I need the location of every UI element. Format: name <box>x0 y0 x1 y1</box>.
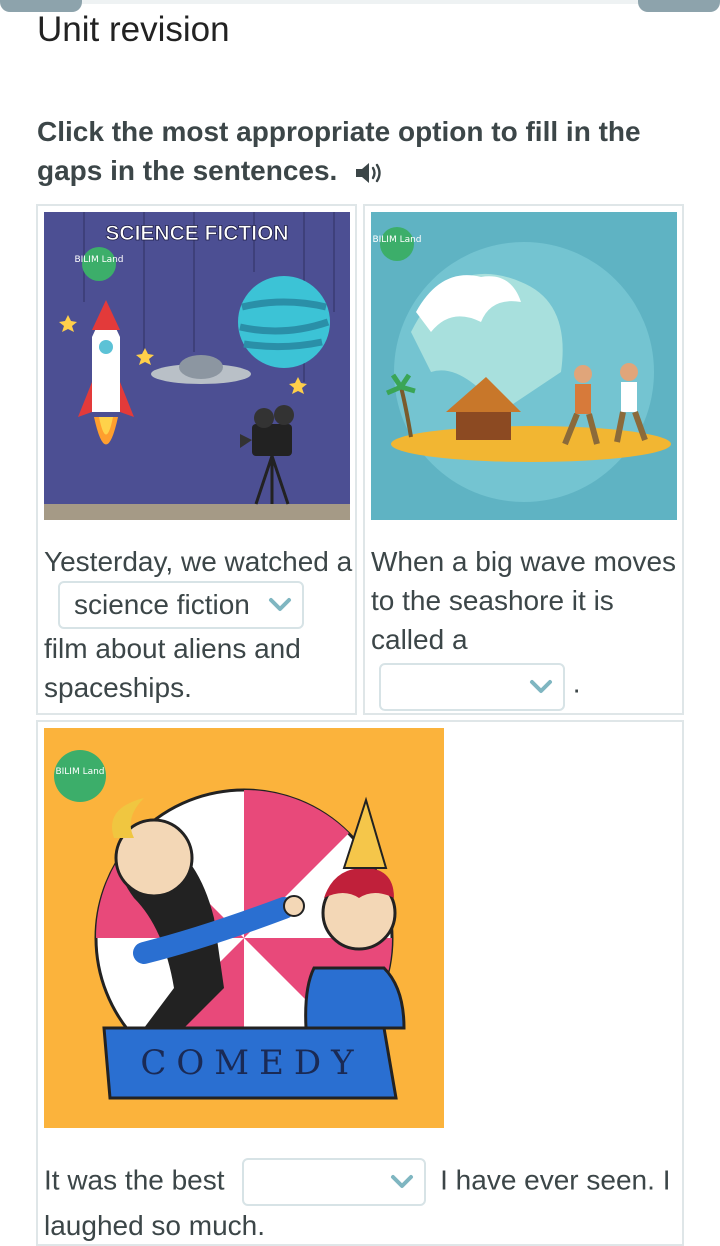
gap-1-selected: science fiction <box>74 589 250 620</box>
badge-text: BILIM Land <box>74 255 123 265</box>
sentence-2-after: . <box>572 667 581 699</box>
speaker-icon[interactable] <box>353 160 383 186</box>
top-right-tab[interactable] <box>638 0 720 12</box>
question-card-2: BILIM Land When a big wave moves to the … <box>363 204 684 715</box>
sentence-1-after: film about aliens and spaceships. <box>44 633 301 703</box>
sentence-3: It was the best I have ever seen. I laug… <box>44 1158 684 1245</box>
gap-3-dropdown[interactable] <box>242 1158 427 1206</box>
page-title: Unit revision <box>37 10 230 49</box>
sentence-1: Yesterday, we watched a science fiction … <box>44 542 354 707</box>
question-card-1: SCIENCE FICTION BILIM Land Yesterday, we… <box>36 204 357 715</box>
science-fiction-image: SCIENCE FICTION BILIM Land <box>44 212 350 520</box>
comedy-image: BILIM Land COMEDY <box>44 728 444 1128</box>
gap-1-dropdown[interactable]: science fiction <box>58 581 304 629</box>
sentence-2-before: When a big wave moves to the seashore it… <box>371 546 677 655</box>
instruction: Click the most appropriate option to fil… <box>37 112 697 190</box>
badge-text: BILIM Land <box>55 767 104 777</box>
science-fiction-caption: SCIENCE FICTION <box>105 222 288 245</box>
instruction-text: Click the most appropriate option to fil… <box>37 116 641 186</box>
gap-2-dropdown[interactable] <box>379 663 565 711</box>
chevron-down-icon <box>530 680 552 693</box>
sentence-1-before: Yesterday, we watched a <box>44 546 353 577</box>
top-divider <box>82 0 638 4</box>
tsunami-image: BILIM Land <box>371 212 677 520</box>
sentence-2: When a big wave moves to the seashore it… <box>371 542 681 711</box>
chevron-down-icon <box>269 598 291 611</box>
badge-text: BILIM Land <box>372 235 421 245</box>
comedy-caption: COMEDY <box>140 1043 363 1083</box>
question-card-3: BILIM Land COMEDY It was the best I have… <box>36 720 684 1246</box>
sentence-3-before: It was the best <box>44 1164 225 1196</box>
chevron-down-icon <box>391 1175 414 1188</box>
